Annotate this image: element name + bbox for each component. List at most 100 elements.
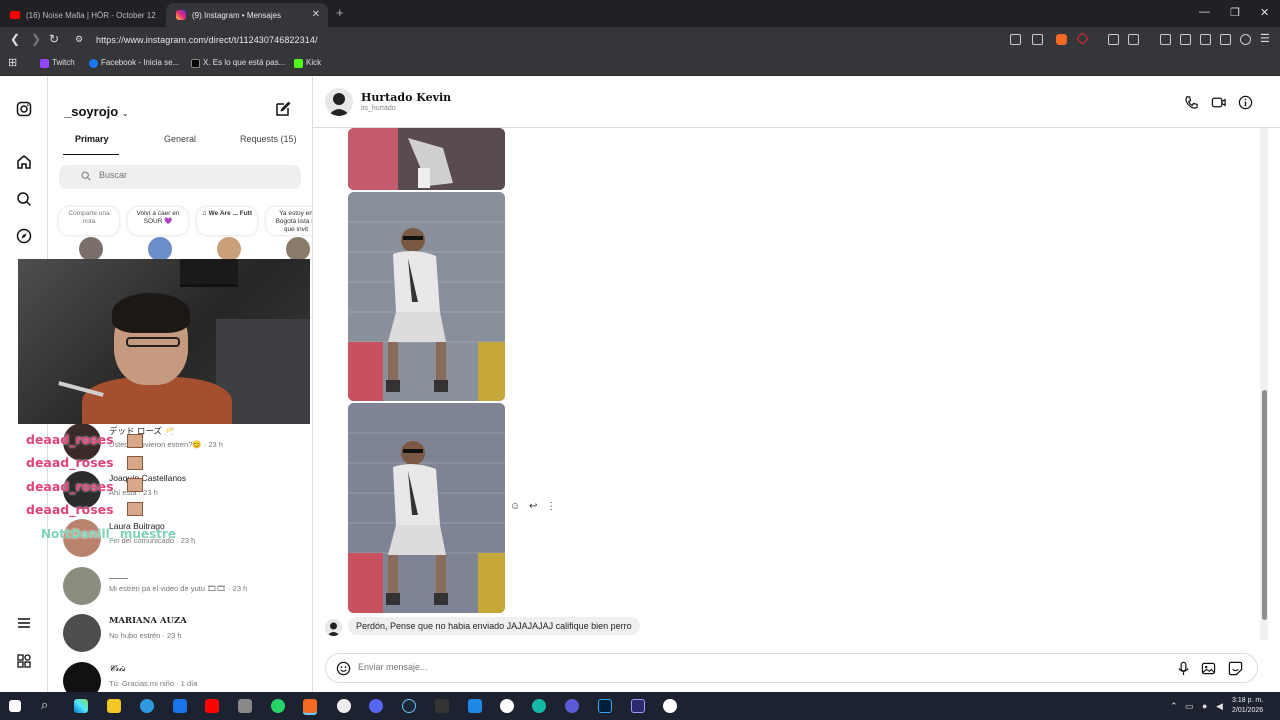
search-icon[interactable] bbox=[16, 191, 32, 207]
search-input[interactable] bbox=[99, 170, 279, 180]
brave-rewards-icon[interactable] bbox=[1076, 32, 1089, 45]
conversation-item[interactable]: MARIANA AUZA No hubo estrén · 23 h bbox=[60, 610, 310, 654]
kick-icon bbox=[294, 59, 303, 68]
microphone-icon[interactable] bbox=[1176, 661, 1191, 676]
note-item[interactable]: Ya estoy en Bogotá lista lo que invit bbox=[266, 207, 312, 261]
file-explorer-icon[interactable] bbox=[107, 699, 121, 713]
steam-icon[interactable] bbox=[402, 699, 416, 713]
share-icon[interactable] bbox=[1032, 34, 1043, 45]
account-switcher[interactable]: _soyrojo ⌄ bbox=[64, 104, 129, 119]
also-from-meta-icon[interactable] bbox=[16, 653, 32, 669]
vpn-icon[interactable] bbox=[1240, 34, 1251, 45]
mic-tray-icon[interactable]: ● bbox=[1202, 701, 1207, 711]
leo-icon[interactable] bbox=[1220, 34, 1231, 45]
vpn-app-icon[interactable] bbox=[565, 699, 579, 713]
brave-icon[interactable] bbox=[303, 699, 317, 713]
epic-games-icon[interactable] bbox=[435, 699, 449, 713]
discord-icon[interactable] bbox=[369, 699, 383, 713]
brave-shield-icon[interactable] bbox=[1056, 34, 1067, 45]
youtube-icon[interactable] bbox=[205, 699, 219, 713]
bluetooth-app-icon[interactable] bbox=[468, 699, 482, 713]
webcam-person-glasses bbox=[126, 337, 180, 347]
edge-icon[interactable] bbox=[140, 699, 154, 713]
new-tab-button[interactable]: + bbox=[336, 5, 344, 20]
start-icon[interactable] bbox=[9, 700, 21, 712]
new-message-icon[interactable] bbox=[275, 101, 291, 117]
reply-icon[interactable]: ↩ bbox=[529, 501, 537, 512]
close-window-icon[interactable]: ✕ bbox=[1260, 6, 1269, 19]
forward-icon[interactable]: ❯ bbox=[31, 32, 41, 46]
browser-tab-youtube[interactable]: (16) Noise Mafia | HÖR - October 12 bbox=[0, 3, 160, 27]
note-item[interactable]: Comparte una nota bbox=[59, 207, 119, 261]
wallet-icon[interactable] bbox=[1200, 34, 1211, 45]
conversation-name: MARIANA AUZA bbox=[109, 616, 187, 626]
cast-icon[interactable] bbox=[1010, 34, 1021, 45]
photo-message[interactable] bbox=[348, 192, 505, 401]
clock[interactable]: 3:18 p. m. 2/01/2026 bbox=[1232, 696, 1263, 716]
image-upload-icon[interactable] bbox=[1201, 661, 1216, 676]
search-icon[interactable]: ⌕ bbox=[41, 697, 48, 713]
tab-primary[interactable]: Primary bbox=[75, 134, 109, 144]
sidebar-icon[interactable] bbox=[1180, 34, 1191, 45]
obs-icon[interactable] bbox=[337, 699, 351, 713]
emoji-icon[interactable] bbox=[336, 661, 351, 676]
menu-icon[interactable]: ☰ bbox=[1260, 32, 1270, 45]
minimize-icon[interactable]: — bbox=[1199, 6, 1210, 18]
browser-tab-instagram[interactable]: (9) Instagram • Mensajes ✕ bbox=[166, 3, 328, 27]
reader-icon[interactable] bbox=[1128, 34, 1139, 45]
url-field[interactable]: https://www.instagram.com/direct/t/11243… bbox=[96, 35, 318, 45]
note-item[interactable]: ♫ We Are ... Futt bbox=[197, 207, 257, 261]
message-input[interactable] bbox=[358, 662, 1058, 672]
message-bubble[interactable]: Perdón, Pense que no habia enviado JAJAJ… bbox=[348, 617, 640, 635]
github-icon[interactable] bbox=[500, 699, 514, 713]
photo-image bbox=[348, 192, 505, 401]
bookmark-facebook[interactable]: Facebook - Inicia se... bbox=[89, 58, 179, 68]
bookmark-twitch[interactable]: Twitch bbox=[40, 58, 75, 68]
whatsapp-icon[interactable] bbox=[271, 699, 285, 713]
extensions-icon[interactable] bbox=[1108, 34, 1119, 45]
instagram-logo-icon[interactable] bbox=[16, 101, 32, 117]
conversation-item[interactable]: 𝓒𝓻𝓲𝓼 Tú: Gracias mi niño · 1 día bbox=[60, 658, 310, 692]
home-icon[interactable] bbox=[16, 154, 32, 170]
close-tab-icon[interactable]: ✕ bbox=[312, 9, 320, 20]
explore-icon[interactable] bbox=[16, 228, 32, 244]
tab-general[interactable]: General bbox=[164, 134, 196, 144]
more-menu-icon[interactable] bbox=[16, 615, 32, 631]
capcut-icon[interactable] bbox=[663, 699, 677, 713]
avatar[interactable] bbox=[325, 88, 353, 116]
photoshop-icon[interactable] bbox=[598, 699, 612, 713]
scrollbar-thumb[interactable] bbox=[1262, 390, 1267, 620]
back-icon[interactable]: ❮ bbox=[10, 32, 20, 46]
conversation-item[interactable]: ____ Mi estren pa el video de yutu 🎞🎞 · … bbox=[60, 563, 310, 607]
sticker-icon[interactable] bbox=[1228, 661, 1243, 676]
copilot-icon[interactable] bbox=[74, 699, 88, 713]
music-icon[interactable] bbox=[1160, 34, 1171, 45]
photo-message[interactable] bbox=[348, 128, 505, 190]
apps-grid-icon[interactable]: ⊞ bbox=[8, 56, 17, 69]
note-bubble: Ya estoy en Bogotá lista lo que invit bbox=[266, 207, 312, 235]
volume-icon[interactable]: ◀ bbox=[1216, 701, 1223, 712]
phone-icon[interactable] bbox=[1184, 95, 1199, 110]
note-item[interactable]: Volví a caer en SOUR 💜 bbox=[128, 207, 188, 261]
store-icon[interactable] bbox=[173, 699, 187, 713]
site-info-icon[interactable]: ⚙ bbox=[75, 34, 83, 45]
conversation-name: 𝓒𝓻𝓲𝓼 bbox=[109, 664, 126, 674]
zoom-app-icon[interactable] bbox=[532, 699, 546, 713]
app-icon[interactable] bbox=[238, 699, 252, 713]
media-encoder-icon[interactable] bbox=[631, 699, 645, 713]
network-icon[interactable]: ▭ bbox=[1185, 701, 1194, 712]
peer-name[interactable]: Hurtado Kevin bbox=[361, 91, 451, 104]
maximize-icon[interactable]: ❐ bbox=[1230, 6, 1240, 19]
more-options-icon[interactable]: ⋮ bbox=[546, 501, 556, 512]
tray-chevron-icon[interactable]: ⌃ bbox=[1170, 701, 1178, 712]
info-icon[interactable] bbox=[1238, 95, 1253, 110]
bookmark-kick[interactable]: Kick bbox=[294, 58, 321, 68]
message-scrollbar[interactable] bbox=[1260, 128, 1268, 640]
video-call-icon[interactable] bbox=[1211, 95, 1226, 110]
reload-icon[interactable]: ↻ bbox=[49, 32, 59, 46]
bookmark-x[interactable]: X. Es lo que está pas... bbox=[191, 58, 285, 68]
photo-message[interactable] bbox=[348, 403, 505, 613]
search-box[interactable] bbox=[59, 165, 301, 189]
react-icon[interactable]: ☺ bbox=[510, 501, 520, 512]
tab-requests[interactable]: Requests (15) bbox=[240, 134, 297, 144]
